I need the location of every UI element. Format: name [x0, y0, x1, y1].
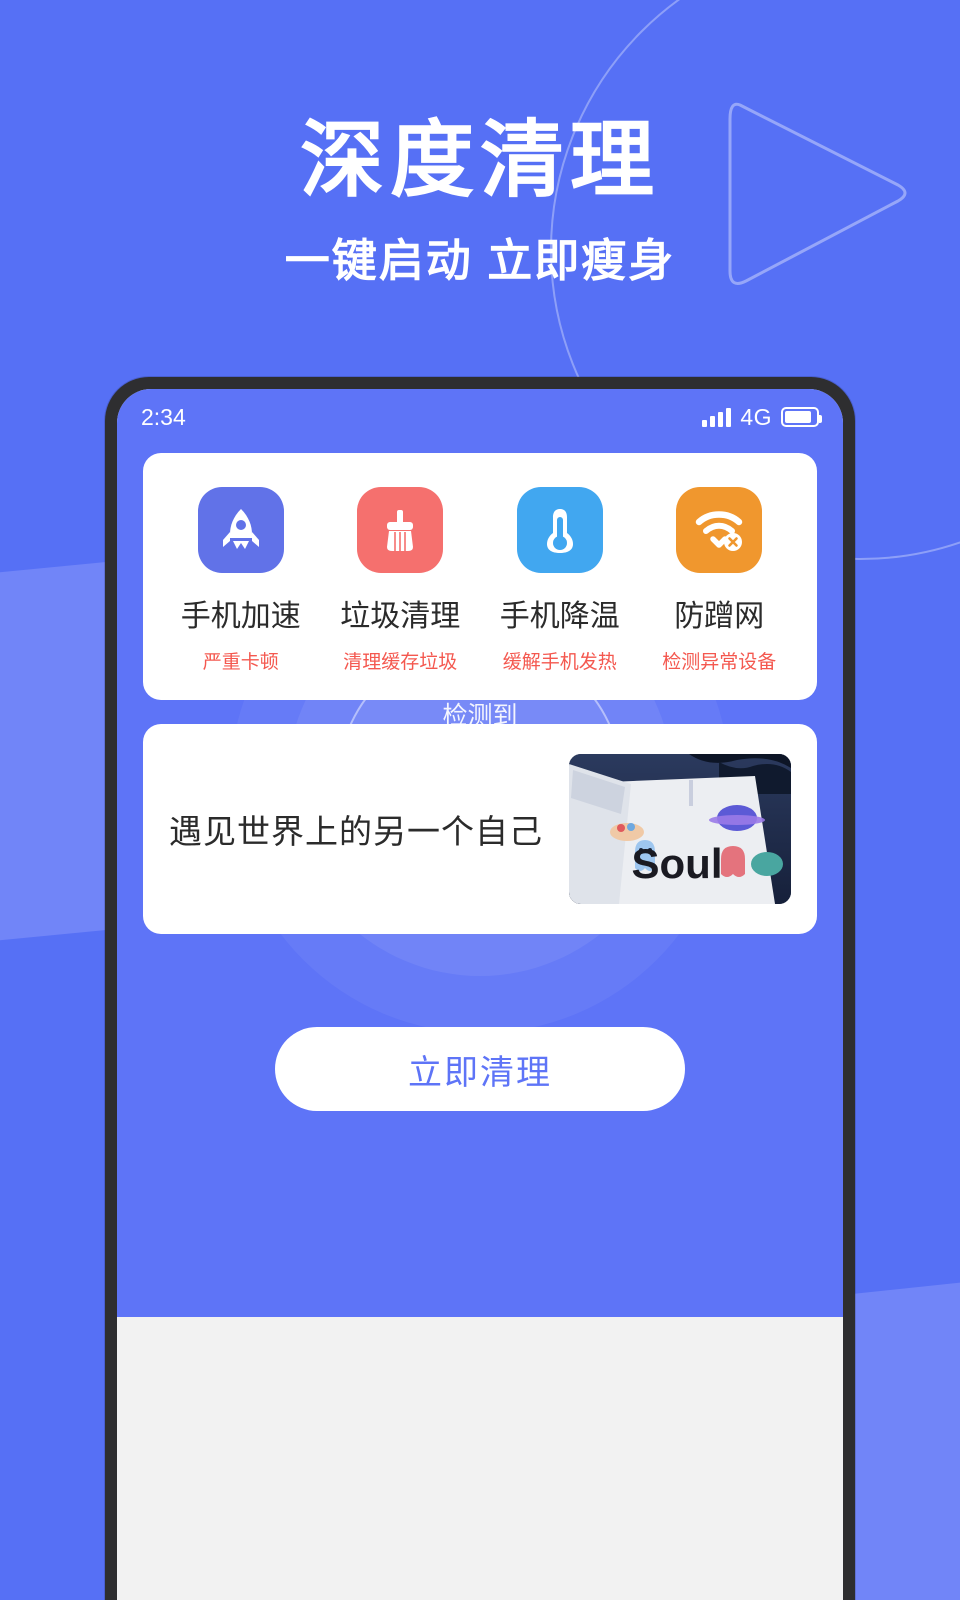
- feature-name: 防蹭网: [674, 600, 765, 633]
- feature-item-wifi[interactable]: 防蹭网 检测异常设备: [644, 487, 794, 674]
- status-bar: 2:34 4G: [117, 389, 843, 445]
- feature-desc: 清理缓存垃圾: [343, 652, 458, 673]
- ad-title: 遇见世界上的另一个自己: [169, 813, 543, 850]
- feature-item-speed[interactable]: 手机加速 严重卡顿: [166, 487, 316, 674]
- ad-image-text: Soul: [632, 840, 723, 887]
- battery-icon: [781, 407, 822, 427]
- cta-area: 立即清理: [117, 1027, 843, 1111]
- feature-desc: 严重卡顿: [202, 652, 279, 673]
- clean-now-button[interactable]: 立即清理: [275, 1027, 685, 1111]
- phone-screen: 2:34 4G 吉运清理 检测到 0: [117, 389, 843, 1600]
- feature-name: 垃圾清理: [340, 600, 461, 633]
- wifi-off-icon: [676, 487, 763, 573]
- feature-item-clean[interactable]: 垃圾清理 清理缓存垃圾: [325, 487, 475, 674]
- phone-mockup: 2:34 4G 吉运清理 检测到 0: [105, 377, 855, 1600]
- thermometer-icon: [516, 487, 603, 573]
- promo-subtitle: 一键启动 立即瘦身: [284, 235, 676, 286]
- rocket-icon: [197, 487, 284, 573]
- feature-card: 手机加速 严重卡顿 垃圾清理 清理缓存垃圾 手机降温 缓解手机发热 防蹭网 检测…: [143, 453, 817, 700]
- ad-thumbnail: Soul: [569, 754, 791, 904]
- feature-name: 手机降温: [499, 600, 620, 633]
- broom-icon: [357, 487, 444, 573]
- feature-item-cool[interactable]: 手机降温 缓解手机发热: [485, 487, 635, 674]
- promo-header: 深度清理 一键启动 立即瘦身: [0, 0, 960, 283]
- feature-desc: 缓解手机发热: [502, 652, 617, 673]
- feature-name: 手机加速: [180, 600, 301, 633]
- status-bar-time: 2:34: [141, 403, 186, 430]
- promo-title: 深度清理: [299, 113, 660, 207]
- feature-desc: 检测异常设备: [662, 652, 777, 673]
- network-type-label: 4G: [740, 403, 772, 430]
- signal-bars-icon: [702, 407, 732, 427]
- status-bar-indicators: 4G: [702, 403, 822, 431]
- ad-card[interactable]: 遇见世界上的另一个自己 Soul: [143, 724, 817, 934]
